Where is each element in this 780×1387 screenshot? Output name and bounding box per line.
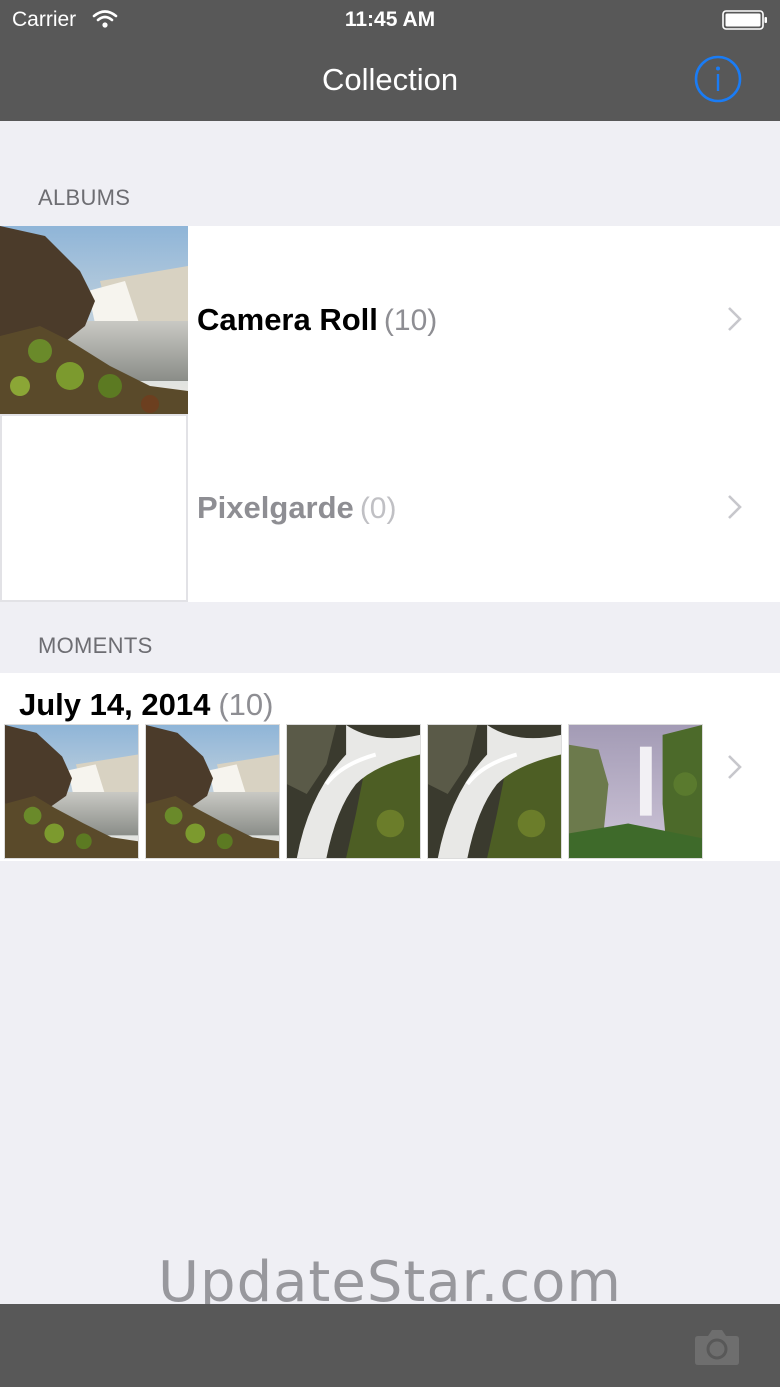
- navigation-bar: Collection: [0, 40, 780, 121]
- album-name: Camera Roll: [197, 302, 378, 337]
- album-row-pixelgarde[interactable]: Pixelgarde (0): [0, 414, 780, 602]
- photo-thumbnail[interactable]: [286, 724, 421, 859]
- photo-thumbnail[interactable]: [427, 724, 562, 859]
- chevron-right-icon: [728, 755, 742, 779]
- moment-date: July 14, 2014: [19, 687, 211, 722]
- battery-icon: [722, 10, 767, 30]
- albums-header: ALBUMS: [38, 185, 131, 210]
- album-title: Camera Roll (10): [197, 302, 437, 338]
- chevron-right-icon: [728, 307, 742, 331]
- page-title: Collection: [321, 62, 459, 97]
- info-icon[interactable]: [694, 55, 742, 103]
- albums-list: Camera Roll (10) Pixelgarde (0): [0, 226, 780, 602]
- status-time: 11:45 AM: [344, 8, 436, 31]
- photo-thumbnail[interactable]: [4, 724, 139, 859]
- moment-photo-strip: [4, 724, 703, 860]
- album-name: Pixelgarde: [197, 490, 354, 525]
- album-count: (10): [383, 304, 438, 337]
- album-thumbnail-empty: [0, 414, 188, 602]
- photo-thumbnail[interactable]: [145, 724, 280, 859]
- album-row-camera-roll[interactable]: Camera Roll (10): [0, 226, 780, 414]
- album-count: (0): [359, 492, 397, 525]
- moment-title: July 14, 2014 (10): [19, 687, 273, 723]
- photo-thumbnail[interactable]: [568, 724, 703, 859]
- bottom-toolbar: [0, 1304, 780, 1387]
- album-title: Pixelgarde (0): [197, 490, 396, 526]
- moment-count: (10): [218, 687, 274, 722]
- status-bar: Carrier 11:45 AM: [0, 0, 780, 40]
- moment-row[interactable]: July 14, 2014 (10): [0, 673, 780, 861]
- album-thumbnail: [0, 226, 188, 414]
- camera-icon[interactable]: [694, 1326, 740, 1366]
- moments-header: MOMENTS: [38, 633, 153, 658]
- chevron-right-icon: [728, 495, 742, 519]
